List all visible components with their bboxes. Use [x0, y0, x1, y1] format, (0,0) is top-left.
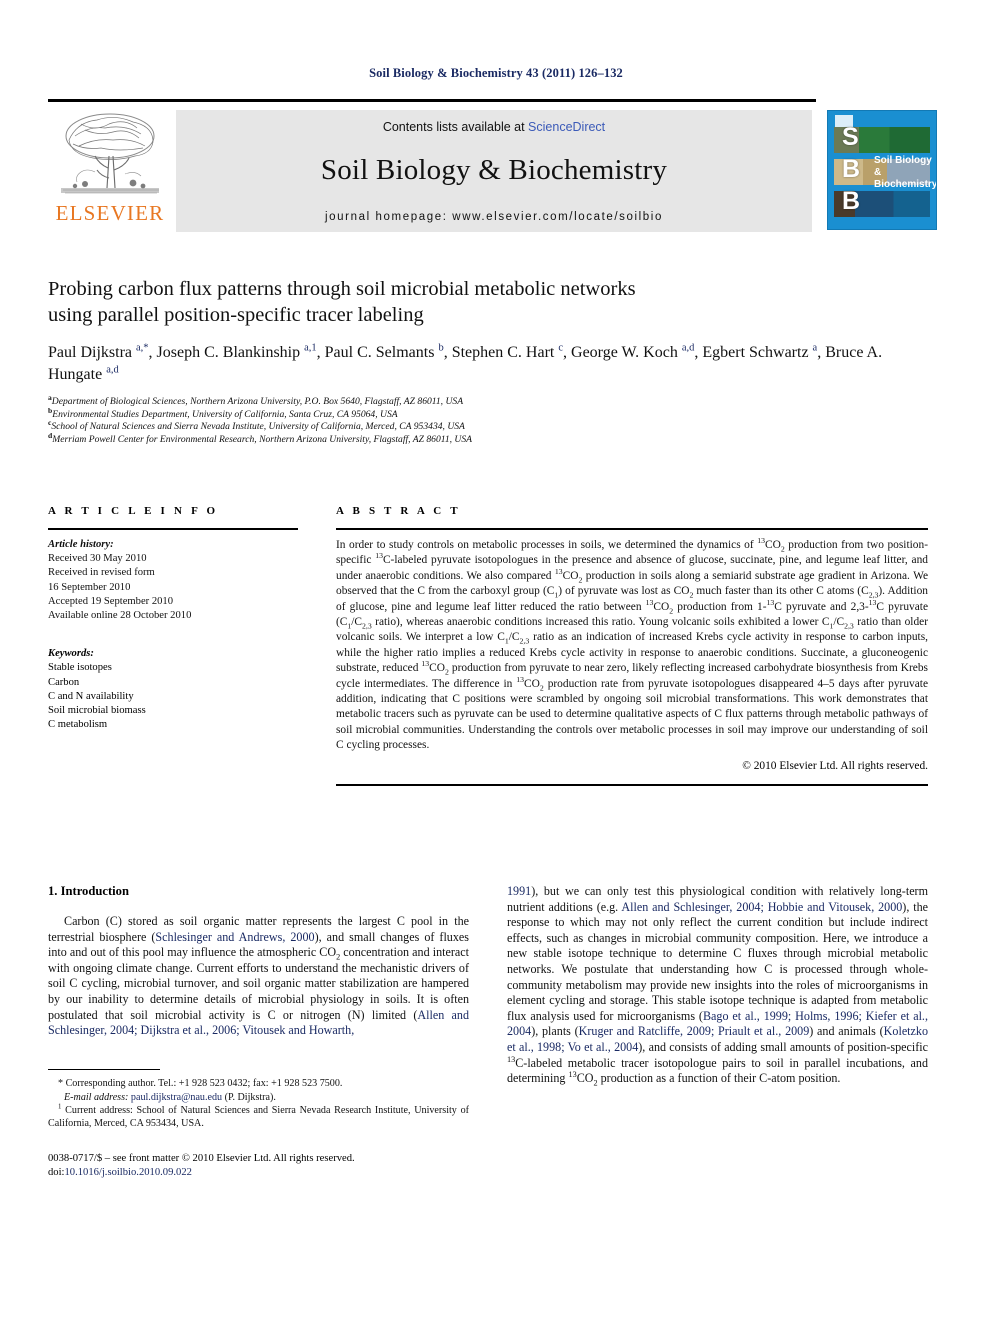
keywords-label: Keywords:: [48, 648, 94, 660]
article-history: Article history: Received 30 May 2010 Re…: [48, 538, 298, 623]
article-title-line2: using parallel position-specific tracer …: [48, 304, 424, 326]
contents-prefix: Contents lists available at: [382, 120, 529, 134]
history-item: Received in revised form: [48, 567, 155, 579]
affiliation-item: aDepartment of Biological Sciences, Nort…: [48, 392, 464, 407]
journal-title: Soil Biology & Biochemistry: [320, 154, 668, 186]
elsevier-wordmark: ELSEVIER: [55, 201, 165, 225]
abstract-heading: A B S T R A C T: [336, 505, 461, 517]
section-heading-introduction: 1. Introduction: [48, 884, 129, 898]
abstract-column: A B S T R A C T In order to study contro…: [336, 505, 928, 786]
history-item: 16 September 2010: [48, 581, 131, 593]
elsevier-tree-icon: [61, 113, 159, 194]
masthead-top-rule: [48, 99, 816, 102]
cover-sbb-letters: SBB: [842, 123, 861, 215]
history-item: Received 30 May 2010: [48, 553, 147, 565]
article-info-rule: [48, 528, 298, 530]
affiliation-item: cSchool of Natural Sciences and Sierra N…: [48, 418, 465, 433]
cover-title-line1: Soil Biology &: [874, 155, 932, 178]
doi-line[interactable]: doi:10.1016/j.soilbio.2010.09.022: [48, 1166, 469, 1180]
author-list: Paul Dijkstra a,*, Joseph C. Blankinship…: [48, 342, 883, 383]
keyword-item: Stable isotopes: [48, 662, 112, 674]
keyword-item: Carbon: [48, 676, 80, 688]
issn-line: 0038-0717/$ – see front matter © 2010 El…: [48, 1153, 355, 1165]
keyword-list: Keywords: Stable isotopes Carbon C and N…: [48, 647, 298, 732]
journal-banner: Contents lists available at ScienceDirec…: [176, 110, 812, 232]
affiliation-item: dMerriam Powell Center for Environmental…: [48, 430, 473, 445]
issn-block: 0038-0717/$ – see front matter © 2010 El…: [48, 1152, 469, 1179]
article-history-label: Article history:: [48, 539, 114, 550]
cover-journal-title: Soil Biology & Biochemistry: [874, 155, 937, 191]
article-info-heading: A R T I C L E I N F O: [48, 505, 219, 517]
journal-homepage-link[interactable]: journal homepage: www.elsevier.com/locat…: [325, 211, 663, 223]
title-block: Probing carbon flux patterns through soi…: [48, 276, 928, 446]
keyword-item: C and N availability: [48, 690, 134, 702]
article-title: Probing carbon flux patterns through soi…: [48, 276, 928, 328]
info-abstract-area: A R T I C L E I N F O Article history: R…: [48, 505, 928, 786]
abstract-bottom-rule: [336, 783, 928, 786]
intro-paragraph-left: Carbon (C) stored as soil organic matter…: [48, 914, 469, 1038]
contents-line: Contents lists available at ScienceDirec…: [383, 120, 605, 134]
footnote-corresponding: * Corresponding author. Tel.: +1 928 523…: [58, 1078, 343, 1090]
article-title-line1: Probing carbon flux patterns through soi…: [48, 278, 636, 300]
abstract-copyright: © 2010 Elsevier Ltd. All rights reserved…: [742, 759, 928, 772]
keyword-item: Soil microbial biomass: [48, 705, 146, 717]
abstract-text: In order to study controls on metabolic …: [336, 536, 928, 752]
history-item: Accepted 19 September 2010: [48, 595, 174, 607]
history-item: Available online 28 October 2010: [48, 610, 192, 622]
footnote-current-address: 1 Current address: School of Natural Sci…: [48, 1103, 469, 1129]
affiliation-list: aDepartment of Biological Sciences, Nort…: [48, 392, 928, 446]
body-column-right: 1991), but we can only test this physiol…: [507, 884, 928, 1179]
footnote-block: * Corresponding author. Tel.: +1 928 523…: [48, 1077, 469, 1130]
abstract-rule: [336, 528, 928, 530]
journal-cover-thumbnail[interactable]: SBB Soil Biology & Biochemistry: [820, 110, 944, 232]
keyword-item: C metabolism: [48, 719, 108, 731]
cover-title-line2: Biochemistry: [874, 179, 937, 190]
body-area: 1. Introduction Carbon (C) stored as soi…: [48, 884, 928, 1179]
footnote-email: E-mail address: paul.dijkstra@nau.edu (P…: [64, 1091, 276, 1103]
paper-page: Soil Biology & Biochemistry 43 (2011) 12…: [0, 0, 992, 1323]
article-info-column: A R T I C L E I N F O Article history: R…: [48, 505, 298, 786]
footnote-rule: [48, 1068, 160, 1071]
affiliation-item: bEnvironmental Studies Department, Unive…: [48, 405, 398, 420]
intro-paragraph-right: 1991), but we can only test this physiol…: [507, 884, 929, 1088]
sciencedirect-link[interactable]: ScienceDirect: [528, 120, 605, 134]
running-head: Soil Biology & Biochemistry 43 (2011) 12…: [369, 66, 623, 80]
journal-masthead: ELSEVIER Contents lists available at Sci…: [48, 99, 944, 232]
elsevier-logo: ELSEVIER: [48, 110, 172, 232]
body-column-left: 1. Introduction Carbon (C) stored as soi…: [48, 884, 469, 1179]
